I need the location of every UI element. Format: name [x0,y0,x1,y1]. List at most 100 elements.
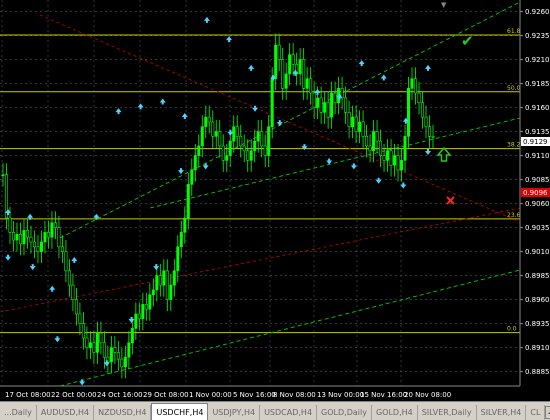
candle [403,136,407,161]
candle [407,88,411,137]
price-tick-label: 0.9010 [525,248,550,256]
candle [284,73,288,89]
candle [400,160,404,171]
candle [8,217,12,233]
candle [347,112,351,128]
candle [25,230,29,238]
candle [32,241,36,248]
tab-cl[interactable]: CL [526,405,546,420]
candle [193,155,197,171]
candle [375,131,379,142]
candle [74,299,78,315]
price-tick-label: 0.9185 [525,80,550,88]
candle [57,227,61,248]
candle [162,270,166,286]
tab-silver-h4[interactable]: SILVER,H4 [477,405,527,420]
candle [81,323,85,339]
candle [263,145,267,156]
candle [120,358,124,368]
candle [172,270,176,286]
candle [316,97,320,108]
candle [393,155,397,166]
time-tick-label: 15 Nov 16:00 [360,391,407,399]
candle [155,275,159,291]
price-tick-label: 0.9035 [525,224,550,232]
candle [228,140,232,156]
price-chart[interactable]: 61.8 50.0 38.2 23.6 0.0 ✔ 0.9260 0.9235 0.9210… [0,0,550,401]
candle [53,222,57,228]
candle [361,121,365,137]
candle [15,233,19,241]
tab-usdchf-h4[interactable]: USDCHF,H4 [151,403,209,420]
candle [312,92,316,108]
candle [414,78,418,94]
candle [46,232,50,238]
candle [169,284,173,300]
candle [372,131,376,152]
candle [113,347,117,353]
candle [396,155,400,171]
tab-silver-daily[interactable]: SILVER,Daily [418,405,477,420]
tab-audusd-h4[interactable]: AUDUSD,H4 [37,405,95,420]
candle [29,236,33,243]
tab-gold-daily[interactable]: GOLD,Daily [317,405,372,420]
candle [116,352,120,360]
price-tick-label: 0.9160 [525,104,550,112]
candle [333,92,337,104]
candle [130,328,134,344]
price-tick-label: 0.8935 [525,320,550,328]
tab-nzdusd-h4[interactable]: NZDUSD,H4 [94,405,152,420]
candle [239,136,243,147]
candle [277,44,281,60]
candle [109,347,113,363]
candle [309,78,313,94]
price-tick-label: 0.9210 [525,56,550,64]
price-tick-label: 0.8910 [525,344,550,352]
time-axis[interactable]: 17 Oct 08:00 22 Oct 00:00 24 Oct 16:00 29 O… [5,391,451,399]
candle [281,59,285,89]
price-tick-label: 0.9085 [525,176,550,184]
candle [176,246,180,272]
candle [326,102,330,118]
candle [200,126,204,147]
candle [95,332,99,353]
candle [260,131,264,147]
candle [148,294,152,310]
time-tick-label: 20 Nov 08:00 [404,391,451,399]
candle [36,246,40,252]
candle [214,131,218,137]
candle [67,270,71,286]
candle [18,233,22,245]
tab-gold-h4[interactable]: GOLD,H4 [372,405,418,420]
fibo-level-label: 61.8 [507,28,521,35]
candle [151,289,155,296]
candle [50,222,54,238]
candle [190,169,194,185]
candle [417,92,421,104]
candle [165,270,169,300]
candle [1,174,5,177]
price-tick-label: 0.8985 [525,272,550,280]
candle [225,155,229,161]
candle [127,342,131,358]
tab-usdcad-h4[interactable]: USDCAD,H4 [260,405,318,420]
candle [235,126,239,137]
candle [319,97,323,113]
candle [291,54,295,65]
candle [249,150,253,161]
candle [78,313,82,324]
candle [141,304,145,320]
top-marker-icon: ▼ [441,1,447,9]
candle [382,155,386,161]
candle [179,232,183,248]
candle [274,44,278,80]
checkmark-icon: ✔ [461,32,474,50]
tab-scroll-left-button[interactable]: ◄ [545,406,550,419]
tab-usdjpy-h4[interactable]: USDJPY,H4 [208,405,261,420]
price-tick-label: 0.9110 [525,152,550,160]
candle [389,150,393,166]
tab-daily[interactable]: ...Daily [0,405,37,420]
candle [39,241,43,252]
candle [207,116,211,123]
time-tick-label: 1 Nov 00:00 [189,391,232,399]
